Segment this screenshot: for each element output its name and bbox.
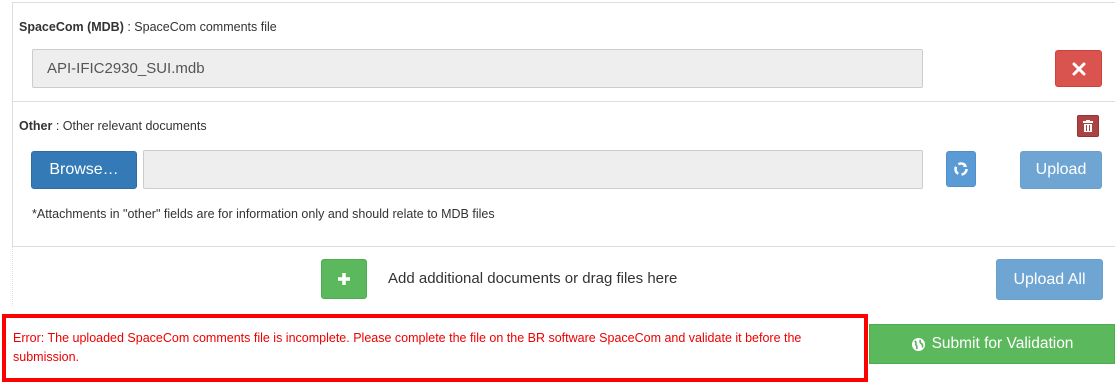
spacecom-file-field: API-IFIC2930_SUI.mdb — [32, 49, 923, 88]
spacecom-description: : SpaceCom comments file — [123, 20, 277, 34]
recycle-icon — [953, 161, 969, 177]
submit-label: Submit for Validation — [931, 335, 1074, 352]
other-file-field[interactable] — [143, 150, 923, 189]
submit-for-validation-button[interactable]: Submit for Validation — [869, 324, 1115, 364]
error-message-box: Error: The uploaded SpaceCom comments fi… — [2, 314, 868, 382]
reset-button[interactable] — [946, 151, 976, 187]
spacecom-label: SpaceCom (MDB) : SpaceCom comments file — [19, 20, 277, 34]
attachments-note: *Attachments in "other" fields are for i… — [32, 207, 495, 221]
upload-all-button[interactable]: Upload All — [996, 259, 1103, 300]
add-document-button[interactable] — [321, 259, 367, 299]
spacecom-title: SpaceCom (MDB) — [19, 20, 124, 34]
spacecom-filename: API-IFIC2930_SUI.mdb — [47, 60, 205, 77]
remove-file-button[interactable] — [1055, 50, 1102, 87]
error-message: Error: The uploaded SpaceCom comments fi… — [13, 331, 802, 364]
trash-icon — [1083, 120, 1093, 132]
other-label: Other : Other relevant documents — [19, 119, 207, 133]
upload-label: Upload — [1035, 161, 1087, 178]
other-title: Other — [19, 119, 53, 133]
upload-all-label: Upload All — [1013, 270, 1086, 288]
close-icon — [1072, 62, 1086, 76]
delete-row-button[interactable] — [1077, 115, 1099, 137]
plus-icon — [337, 272, 351, 286]
upload-button[interactable]: Upload — [1020, 151, 1102, 189]
add-documents-label: Add additional documents or drag files h… — [388, 270, 678, 287]
globe-icon — [911, 337, 926, 352]
browse-button[interactable]: Browse… — [31, 151, 137, 189]
browse-label: Browse… — [49, 161, 119, 178]
other-description: : Other relevant documents — [52, 119, 207, 133]
